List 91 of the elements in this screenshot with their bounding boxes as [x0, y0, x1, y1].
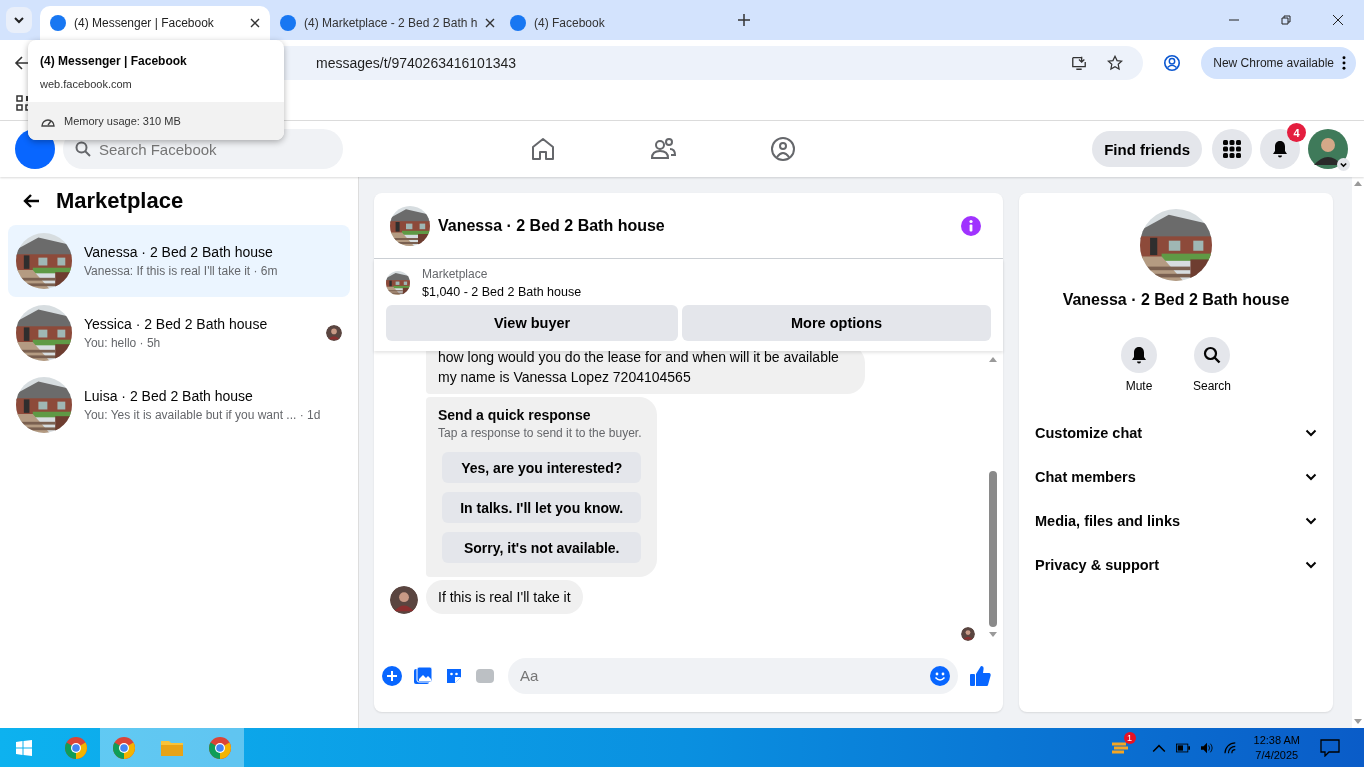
avatar[interactable] [1308, 129, 1348, 169]
sidebar-title: Marketplace [56, 188, 184, 214]
message-bubble: If this is real I'll take it [426, 580, 583, 614]
chat-title: Vanessa · 2 Bed 2 Bath house [438, 216, 665, 235]
view-buyer-button[interactable]: View buyer [386, 305, 679, 341]
quick-response-title: Send a quick response [438, 407, 592, 423]
contact-name: Vanessa · 2 Bed 2 Bath house [1062, 291, 1290, 309]
image-icon[interactable] [413, 665, 433, 686]
grid-icon [1223, 140, 1241, 158]
close-icon[interactable] [1332, 14, 1344, 26]
hover-card-domain: web.facebook.com [40, 78, 133, 90]
wifi-icon[interactable] [1223, 741, 1238, 754]
browser-tab[interactable]: (4) Facebook [500, 6, 730, 40]
chevron-down-icon [1305, 473, 1317, 481]
back-arrow-icon[interactable] [14, 55, 30, 71]
emoji-icon[interactable] [930, 665, 950, 686]
close-icon[interactable] [250, 18, 260, 28]
search-icon [1203, 346, 1221, 364]
tab-list-button[interactable] [6, 7, 32, 33]
more-options-button[interactable]: More options [682, 305, 991, 341]
conversation-item[interactable]: Luisa · 2 Bed 2 Bath house You: Yes it is available but if you want ... · 1d [8, 369, 350, 441]
friends-icon[interactable] [649, 136, 676, 162]
quick-response-hint: Tap a response to send it to the buyer. [438, 426, 642, 440]
site-icon [280, 15, 296, 31]
browser-icon [112, 735, 136, 760]
chevron-down-icon [13, 14, 25, 26]
bell-icon [1130, 346, 1148, 364]
info-icon[interactable] [961, 215, 981, 236]
more-icon [1342, 56, 1346, 70]
message-field[interactable]: Aa [508, 657, 958, 694]
new-tab-icon[interactable] [738, 14, 750, 26]
speaker-icon[interactable] [1199, 741, 1214, 754]
collapsible-section[interactable]: Media, files and links [1019, 499, 1333, 543]
collapsible-section[interactable]: Chat members [1019, 455, 1333, 499]
plus-icon[interactable] [382, 665, 402, 686]
action-label: Mute [1125, 379, 1153, 393]
thumbs-up-icon[interactable] [969, 664, 991, 687]
notification-center-icon[interactable] [1320, 738, 1340, 757]
find-friends-button[interactable]: Find friends [1092, 131, 1202, 167]
site-icon [510, 15, 526, 31]
collapsible-section[interactable]: Customize chat [1019, 411, 1333, 455]
notification-badge: 4 [1287, 123, 1306, 142]
tab-title: (4) Facebook [534, 16, 606, 30]
star-icon[interactable] [1107, 55, 1124, 71]
home-icon[interactable] [529, 136, 556, 162]
action-label: Search [1193, 379, 1231, 393]
browser-tab[interactable]: (4) Marketplace - 2 Bed 2 Bath h [270, 6, 500, 40]
menu-button[interactable] [1212, 129, 1252, 169]
scroll-up-icon[interactable] [989, 357, 997, 362]
scroll-up-icon[interactable] [1354, 181, 1362, 186]
memory-usage: Memory usage: 310 MB [64, 115, 181, 127]
tab-title: (4) Messenger | Facebook [74, 16, 215, 30]
listing-title: $1,040 - 2 Bed 2 Bath house [422, 285, 582, 299]
chevron-down-icon [1305, 429, 1317, 437]
back-arrow-icon[interactable] [22, 193, 40, 209]
scroll-down-icon[interactable] [989, 632, 997, 637]
conversation-item[interactable]: Vanessa · 2 Bed 2 Bath house Vanessa: If this is real I'll take it · 6m [8, 225, 350, 297]
bell-icon [1271, 140, 1289, 158]
quick-response-button[interactable]: Yes, are you interested? [442, 452, 642, 483]
tray-badge: 1 [1123, 731, 1136, 744]
update-button[interactable]: New Chrome available [1201, 47, 1356, 79]
avatar [961, 627, 975, 641]
scroll-down-icon[interactable] [1354, 719, 1362, 724]
close-icon[interactable] [485, 18, 496, 28]
clock-date: 7/4/2025 [1255, 747, 1299, 763]
conversation-item[interactable]: Yessica · 2 Bed 2 Bath house You: hello · 5h [8, 297, 350, 369]
battery-icon[interactable] [1175, 741, 1190, 754]
install-app-icon[interactable] [1071, 55, 1088, 71]
site-icon [50, 15, 66, 31]
chevron-down-icon [1305, 517, 1317, 525]
notifications-button[interactable] [1260, 129, 1300, 169]
search-icon [75, 141, 91, 157]
message-bubble: how long would you do the lease for and when will it be available my name is Vanessa Lopez 7204104565 [426, 351, 865, 394]
quick-response-button[interactable]: In talks. I'll let you know. [442, 492, 642, 523]
caret-icon[interactable] [1337, 158, 1350, 171]
quick-response-button[interactable]: Sorry, it's not available. [442, 532, 642, 563]
listing-label: Marketplace [422, 267, 489, 281]
chevron-down-icon [1305, 561, 1317, 569]
tab-title: (4) Marketplace - 2 Bed 2 Bath h [304, 16, 478, 30]
clock-time: 12:38 AM [1253, 732, 1300, 748]
scrollbar[interactable] [1352, 177, 1364, 728]
search-button[interactable] [1194, 337, 1230, 373]
mute-button[interactable] [1121, 337, 1157, 373]
groups-icon[interactable] [769, 136, 796, 162]
browser-icon [64, 735, 88, 760]
browser-icon [208, 735, 232, 760]
browser-tab[interactable]: (4) Messenger | Facebook [40, 6, 270, 40]
restore-icon[interactable] [1280, 14, 1292, 26]
collapsible-section[interactable]: Privacy & support [1019, 543, 1333, 587]
windows-start-icon[interactable] [16, 739, 32, 756]
profile-icon[interactable] [1163, 54, 1182, 72]
